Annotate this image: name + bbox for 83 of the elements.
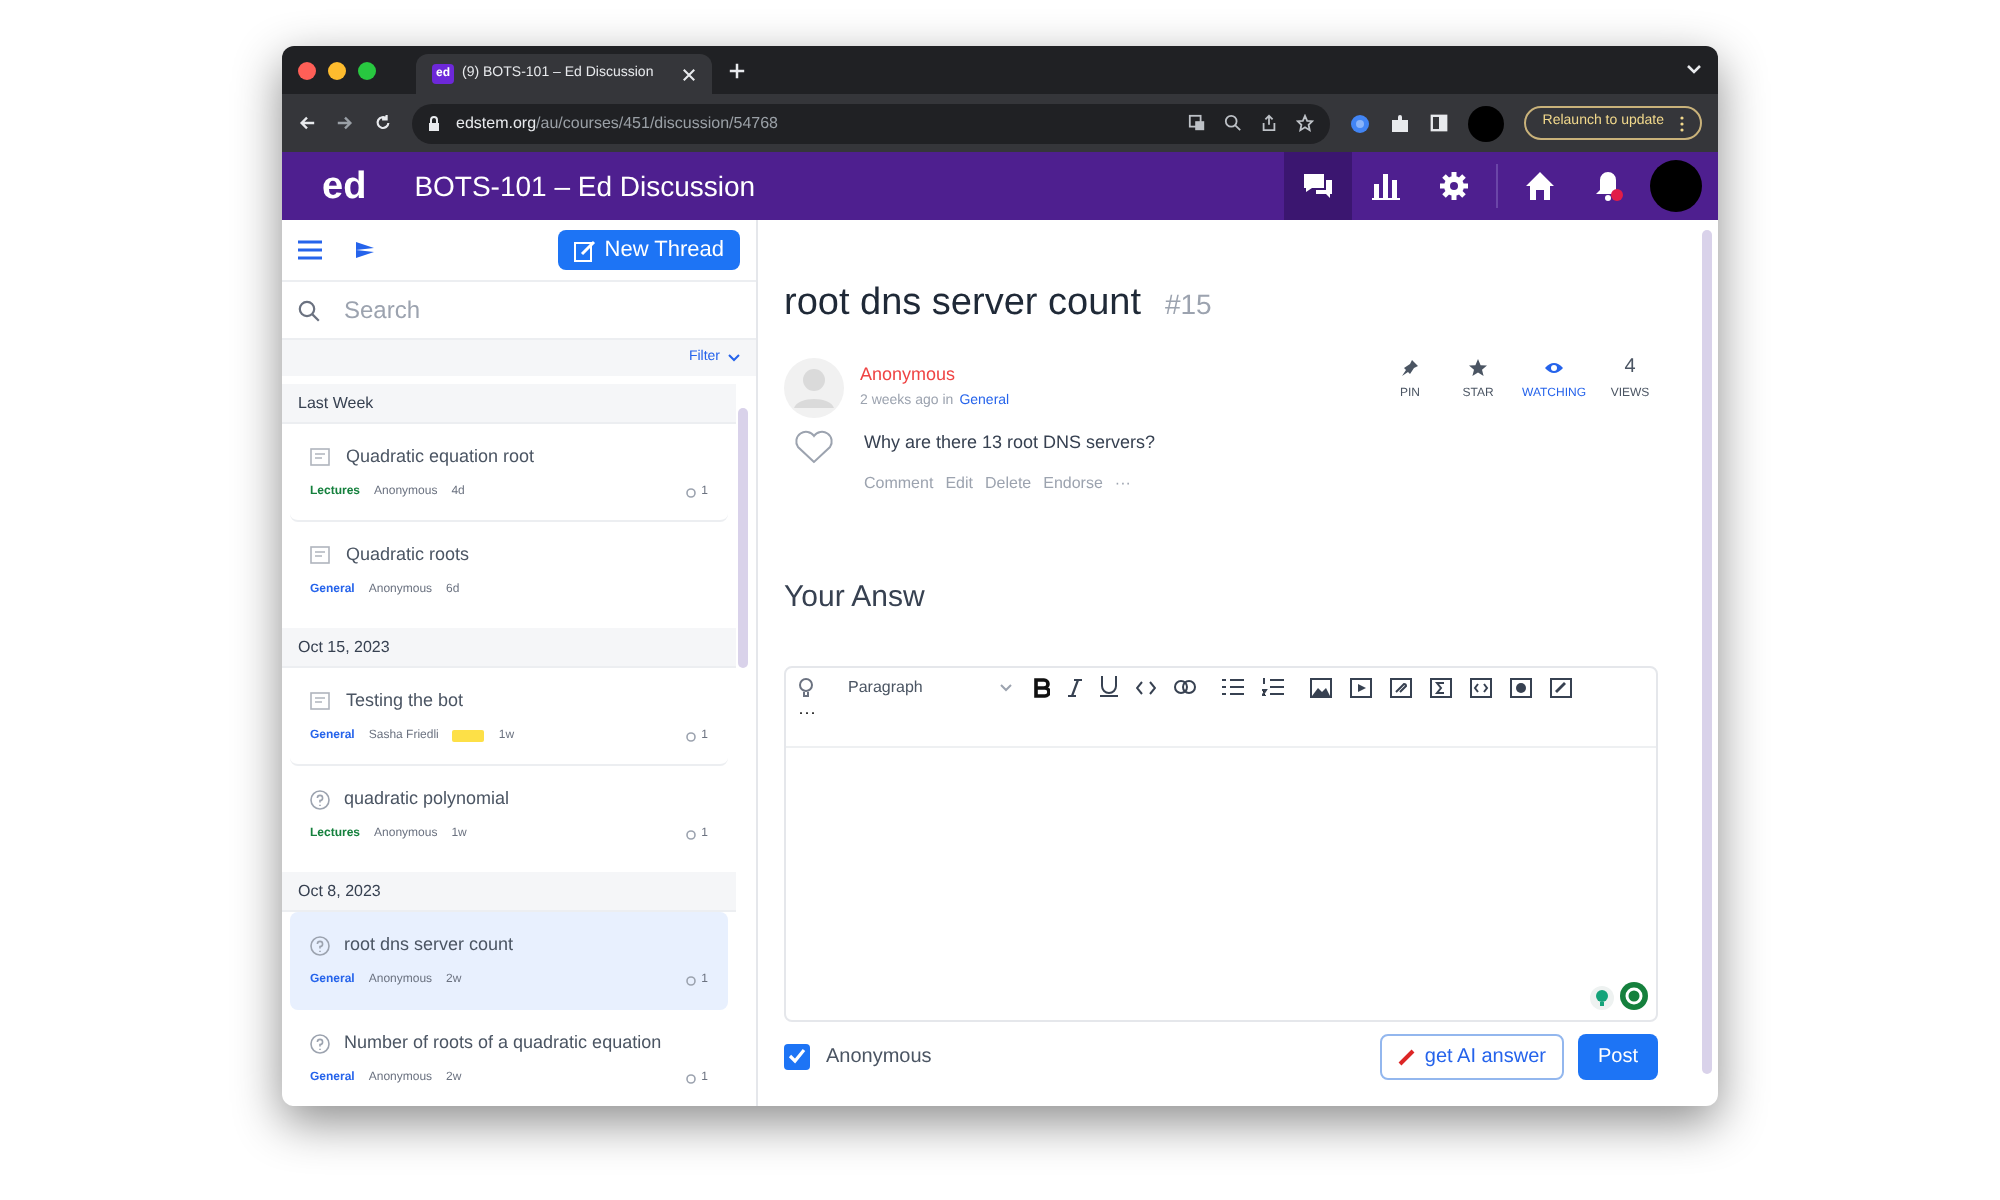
- answer-heading: Your Answ: [784, 578, 927, 618]
- settings-icon[interactable]: [1438, 170, 1470, 202]
- thread-title: Testing the bot: [346, 688, 464, 714]
- scrollbar[interactable]: [1702, 230, 1712, 1074]
- search-icon: [298, 299, 320, 321]
- scrollbar[interactable]: [738, 408, 748, 668]
- translate-icon[interactable]: [1188, 114, 1207, 132]
- url-text: edstem.org/au/courses/451/discussion/54768: [456, 111, 778, 135]
- ed-logo[interactable]: ed: [322, 167, 367, 205]
- group-header: Last Week: [298, 391, 374, 415]
- more-tools-button[interactable]: ···: [798, 699, 816, 723]
- chevron-down-icon: [1000, 683, 1012, 691]
- anonymous-label: Anonymous: [826, 1043, 932, 1071]
- post-body: Why are there 13 root DNS servers?: [864, 429, 1156, 456]
- bar-chart-icon[interactable]: [1370, 170, 1402, 202]
- flag-icon[interactable]: [354, 240, 376, 260]
- thread-title: root dns server count: [344, 932, 514, 958]
- zoom-icon[interactable]: [1224, 114, 1243, 132]
- math-icon[interactable]: [1430, 677, 1452, 697]
- back-icon[interactable]: [298, 114, 316, 132]
- search-field[interactable]: Search: [344, 292, 740, 328]
- close-window-icon[interactable]: [298, 61, 316, 79]
- compose-icon: [574, 239, 597, 261]
- chevron-down-icon[interactable]: [1686, 64, 1702, 76]
- extension-icon[interactable]: [1350, 113, 1371, 133]
- bookmark-star-icon[interactable]: [1296, 114, 1315, 132]
- thread-title: Number of roots of a quadratic equation: [344, 1030, 662, 1056]
- reload-icon[interactable]: [374, 114, 392, 132]
- post-title: root dns server count: [784, 280, 1141, 328]
- post-icon: [310, 545, 332, 566]
- post-button[interactable]: Post: [1577, 1033, 1658, 1079]
- answer-editor[interactable]: Paragraph ···: [784, 665, 1658, 1021]
- underline-icon[interactable]: [1100, 676, 1118, 698]
- minimize-window-icon[interactable]: [328, 61, 346, 79]
- attachment-icon[interactable]: [1390, 677, 1412, 697]
- thread-title: quadratic polynomial: [344, 786, 510, 812]
- chevron-down-icon: [728, 354, 740, 362]
- italic-icon[interactable]: [1068, 677, 1082, 697]
- eye-icon: [1544, 357, 1564, 377]
- new-thread-button[interactable]: New Thread: [558, 230, 740, 270]
- author-name[interactable]: Anonymous: [860, 361, 1010, 388]
- close-tab-icon[interactable]: [682, 67, 696, 81]
- menu-icon[interactable]: [298, 240, 322, 260]
- chat-icon[interactable]: [1302, 170, 1334, 202]
- new-tab-icon[interactable]: [728, 61, 746, 79]
- sidebar-icon[interactable]: [1430, 114, 1449, 132]
- bold-icon[interactable]: [1034, 677, 1050, 697]
- forward-icon[interactable]: [336, 114, 354, 132]
- link-icon[interactable]: [1174, 680, 1196, 694]
- get-ai-answer-button[interactable]: get AI answer: [1380, 1033, 1564, 1079]
- post-icon: [310, 691, 332, 712]
- star-icon: [1468, 357, 1488, 377]
- bullet-list-icon[interactable]: [1222, 678, 1244, 696]
- pencil-icon: [1398, 1047, 1417, 1065]
- maximize-window-icon[interactable]: [358, 61, 376, 79]
- post-number: #15: [1164, 286, 1212, 324]
- anonymous-checkbox[interactable]: [784, 1043, 810, 1069]
- question-icon: [310, 1033, 330, 1054]
- home-icon[interactable]: [1524, 170, 1556, 202]
- lock-icon: [428, 115, 440, 131]
- pin-icon: [1400, 357, 1420, 377]
- group-header: Oct 8, 2023: [298, 879, 381, 903]
- question-icon: [310, 935, 330, 956]
- nav-tab-highlight[interactable]: [1284, 152, 1352, 220]
- thread-title: Quadratic roots: [346, 542, 470, 568]
- thread-title: Quadratic equation root: [346, 444, 535, 470]
- share-icon[interactable]: [1260, 114, 1279, 132]
- address-bar[interactable]: edstem.org/au/courses/451/discussion/54768: [412, 103, 1331, 143]
- group-header: Oct 15, 2023: [298, 635, 390, 659]
- image-icon[interactable]: [1310, 677, 1332, 697]
- hint-icon[interactable]: [1590, 985, 1614, 1009]
- course-title: BOTS-101 – Ed Discussion: [414, 167, 756, 205]
- code-block-icon[interactable]: [1470, 677, 1492, 697]
- avatar: [784, 357, 844, 417]
- post-icon: [310, 447, 332, 468]
- lightbulb-icon[interactable]: [798, 677, 814, 697]
- numbered-list-icon[interactable]: [1262, 678, 1284, 696]
- video-icon[interactable]: [1350, 677, 1372, 697]
- bell-icon[interactable]: [1592, 170, 1624, 202]
- paragraph-dropdown[interactable]: Paragraph: [832, 675, 1016, 699]
- pen-icon[interactable]: [1550, 677, 1572, 697]
- code-icon[interactable]: [1136, 679, 1156, 695]
- question-icon: [310, 789, 330, 810]
